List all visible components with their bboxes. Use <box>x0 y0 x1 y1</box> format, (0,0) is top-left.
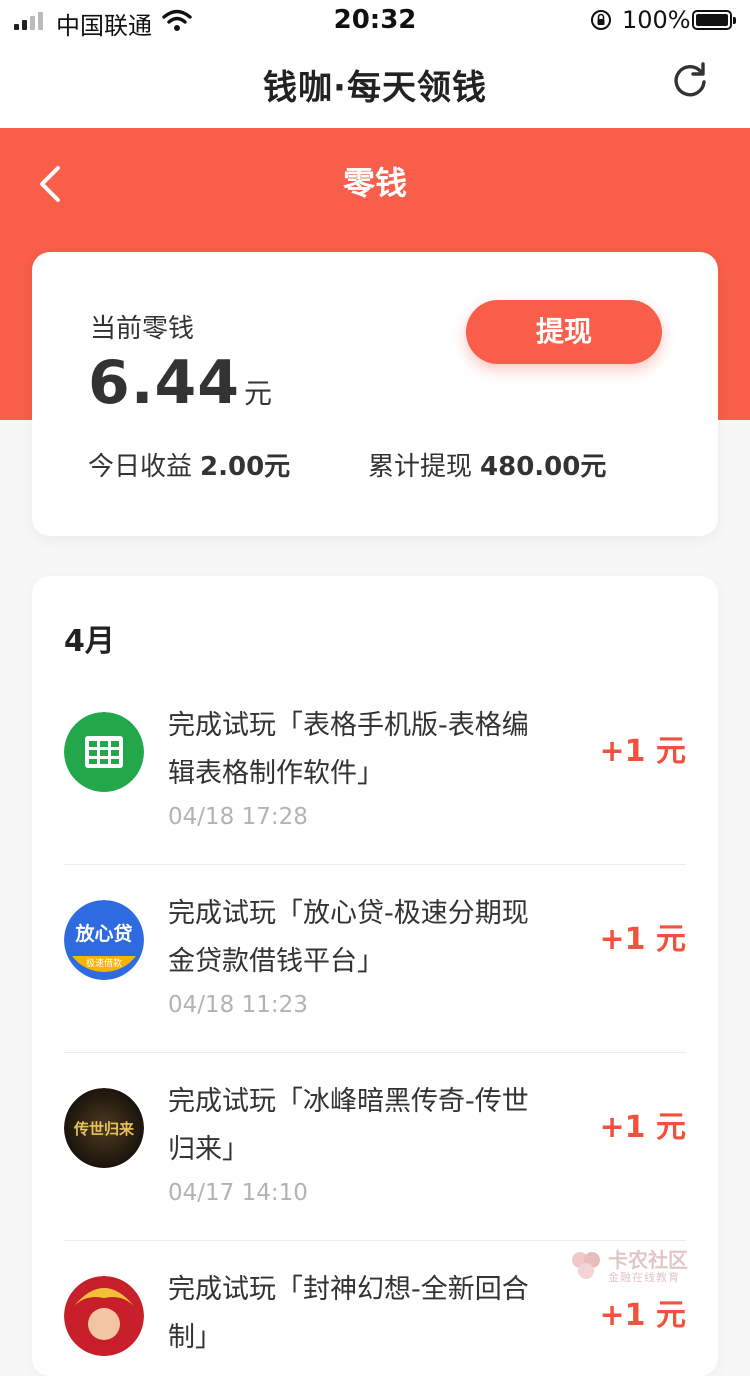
total-withdrawn-label: 累计提现 <box>368 452 473 482</box>
record-time: 04/18 17:28 <box>168 804 308 830</box>
record-amount: +1 元 <box>599 1298 686 1333</box>
loan-app-icon: 放心贷 极速借款 <box>64 900 144 980</box>
watermark: 卡农社区 金融在线教育 <box>568 1244 698 1288</box>
balance-card: 当前零钱 6.44 元 提现 今日收益 2.00元 累计提现 480.00元 <box>32 252 718 536</box>
game-icon-text: 传世归来 <box>73 1120 135 1138</box>
refresh-icon[interactable] <box>670 60 710 100</box>
record-amount: +1 元 <box>599 734 686 769</box>
total-withdrawn: 累计提现 480.00元 <box>368 446 606 483</box>
loan-icon-subtext: 极速借款 <box>86 957 122 969</box>
record-time: 04/17 14:10 <box>168 1180 308 1206</box>
status-bar: 中国联通 20:32 100% <box>0 0 750 40</box>
today-earnings-value: 2.00元 <box>200 452 291 482</box>
balance-value: 6.44 <box>88 348 241 418</box>
watermark-slogan: 金融在线教育 <box>608 1271 680 1284</box>
balance-unit: 元 <box>244 377 274 410</box>
nav-bar: 钱咖·每天领钱 <box>0 40 750 128</box>
battery-icon <box>692 10 736 30</box>
list-item[interactable]: 完成试玩「表格手机版-表格编辑表格制作软件」 04/18 17:28 +1 元 <box>64 676 686 865</box>
spreadsheet-app-icon <box>64 712 144 792</box>
battery-percent: 100% <box>622 6 691 34</box>
month-header: 4月 <box>64 624 115 659</box>
balance-amount: 6.44 元 <box>88 348 273 418</box>
record-title: 完成试玩「放心贷-极速分期现金贷款借钱平台」 <box>168 898 529 977</box>
record-title: 完成试玩「冰峰暗黑传奇-传世归来」 <box>168 1086 529 1165</box>
rotation-lock-icon <box>591 10 611 30</box>
total-withdrawn-value: 480.00元 <box>480 452 607 482</box>
balance-label: 当前零钱 <box>90 314 195 344</box>
record-amount: +1 元 <box>599 922 686 957</box>
withdraw-button[interactable]: 提现 <box>466 300 662 364</box>
record-title: 完成试玩「封神幻想-全新回合制」 <box>168 1274 529 1353</box>
record-time: 04/18 11:23 <box>168 992 308 1018</box>
loan-icon-text: 放心贷 <box>74 922 132 945</box>
record-amount: +1 元 <box>599 1110 686 1145</box>
game-app-icon: 传世归来 <box>64 1088 144 1168</box>
record-title: 完成试玩「表格手机版-表格编辑表格制作软件」 <box>168 710 529 789</box>
list-item[interactable]: 传世归来 完成试玩「冰峰暗黑传奇-传世归来」 04/17 14:10 +1 元 <box>64 1052 686 1241</box>
today-earnings: 今日收益 2.00元 <box>88 446 290 483</box>
page-title: 钱咖·每天领钱 <box>263 68 487 108</box>
watermark-logo-icon <box>572 1252 600 1279</box>
today-earnings-label: 今日收益 <box>88 452 193 482</box>
list-item[interactable]: 放心贷 极速借款 完成试玩「放心贷-极速分期现金贷款借钱平台」 04/18 11… <box>64 864 686 1053</box>
header-title: 零钱 <box>342 164 407 202</box>
fantasy-game-icon <box>64 1276 144 1356</box>
